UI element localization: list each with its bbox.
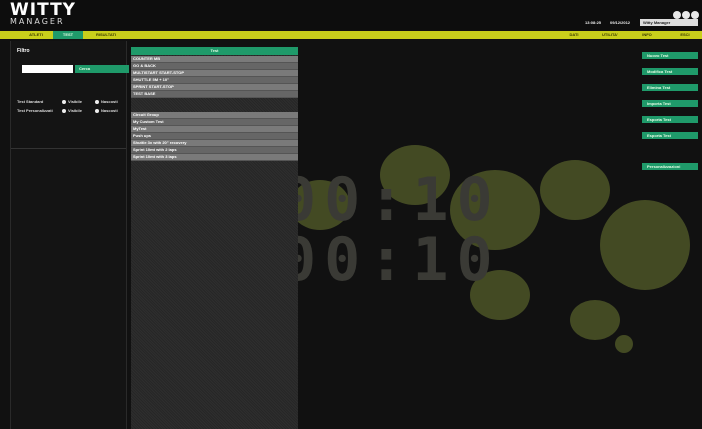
search-button[interactable]: Cerca <box>75 65 129 73</box>
nav-utilita[interactable]: UTILITA' <box>595 31 625 39</box>
radio-label: Nascosti <box>101 99 118 104</box>
clock: 13:08:25 <box>585 20 602 25</box>
radio-custom-visible[interactable]: Visibile <box>62 108 82 113</box>
minimize-icon[interactable] <box>673 11 681 19</box>
test-list-header: Test <box>131 47 298 55</box>
radio-dot-icon <box>62 108 66 113</box>
divider <box>11 148 126 149</box>
list-item[interactable]: COUNTER MB <box>131 56 298 63</box>
export-test-button[interactable]: Esporta Test <box>642 116 698 123</box>
nav-dati[interactable]: DATI <box>560 31 588 39</box>
delete-test-button[interactable]: Elimina Test <box>642 84 698 91</box>
nav-test[interactable]: TEST <box>53 31 83 39</box>
edit-test-button[interactable]: Modifica Test <box>642 68 698 75</box>
digits-line-2: 00:10 <box>280 225 501 295</box>
standard-test-list: COUNTER MB GO & BACK MULTISTART START-ST… <box>131 56 298 98</box>
customizations-button[interactable]: Personalizzazioni <box>642 163 698 170</box>
new-test-button[interactable]: Nuovo Test <box>642 52 698 59</box>
nav-esci[interactable]: ESCI <box>670 31 700 39</box>
filter-custom-label: Test Personalizzati <box>17 108 53 113</box>
search-input[interactable] <box>22 65 73 73</box>
radio-label: Nascosti <box>101 108 118 113</box>
filter-title: Filtro <box>17 48 30 54</box>
list-item[interactable]: MULTISTART START-STOP <box>131 70 298 77</box>
app-header: WITTY MANAGER 13:08:25 09/12/2012 Witty … <box>0 0 702 30</box>
radio-custom-hidden[interactable]: Nascosti <box>95 108 118 113</box>
nav-info[interactable]: INFO <box>632 31 662 39</box>
radio-dot-icon <box>95 108 99 113</box>
export-test-button-2[interactable]: Esporta Test <box>642 132 698 139</box>
digits-line-1: 00:10 <box>280 165 501 235</box>
radio-dot-icon <box>62 99 66 104</box>
date: 09/12/2012 <box>610 20 631 25</box>
radio-standard-hidden[interactable]: Nascosti <box>95 99 118 104</box>
radio-standard-visible[interactable]: Visibile <box>62 99 82 104</box>
list-item[interactable]: Shuttle 3x with 20" recovery <box>131 140 298 147</box>
art-blob <box>615 335 633 353</box>
list-item[interactable]: Sprint 10mt with 2 laps <box>131 147 298 154</box>
art-blob <box>600 200 690 290</box>
maximize-icon[interactable] <box>682 11 690 19</box>
list-item[interactable]: Circuit Group <box>131 112 298 119</box>
list-item[interactable]: SPRINT START-STOP <box>131 84 298 91</box>
custom-test-list: Circuit Group My Custom Test MyTest Push… <box>131 112 298 161</box>
list-item[interactable]: TEST BASE <box>131 91 298 98</box>
art-blob <box>540 160 610 220</box>
list-item[interactable]: My Custom Test <box>131 119 298 126</box>
app-logo: WITTY MANAGER <box>10 2 76 26</box>
list-item[interactable]: Push ups <box>131 133 298 140</box>
filter-standard-label: Test Standard <box>17 99 44 104</box>
list-item[interactable]: MyTest <box>131 126 298 133</box>
list-item[interactable]: Sprint 10mt with 3 laps <box>131 154 298 161</box>
import-test-button[interactable]: Importa Test <box>642 100 698 107</box>
list-item[interactable]: SHUTTLE 5M + 10" <box>131 77 298 84</box>
user-field[interactable]: Witty Manager <box>640 19 698 26</box>
test-list-panel: Test COUNTER MB GO & BACK MULTISTART STA… <box>131 47 298 429</box>
radio-label: Visibile <box>68 99 82 104</box>
nav-risultati[interactable]: RISULTATI <box>88 31 124 39</box>
nav-atleti[interactable]: ATLETI <box>21 31 51 39</box>
list-item[interactable]: GO & BACK <box>131 63 298 70</box>
radio-dot-icon <box>95 99 99 104</box>
filter-sidebar: Filtro Cerca Test Standard Visibile Nasc… <box>10 41 129 429</box>
radio-label: Visibile <box>68 108 82 113</box>
background-digits: 00:10 00:10 <box>280 170 501 290</box>
close-icon[interactable] <box>691 11 699 19</box>
art-blob <box>570 300 620 340</box>
main-nav: ATLETI TEST RISULTATI DATI UTILITA' INFO… <box>0 31 702 39</box>
